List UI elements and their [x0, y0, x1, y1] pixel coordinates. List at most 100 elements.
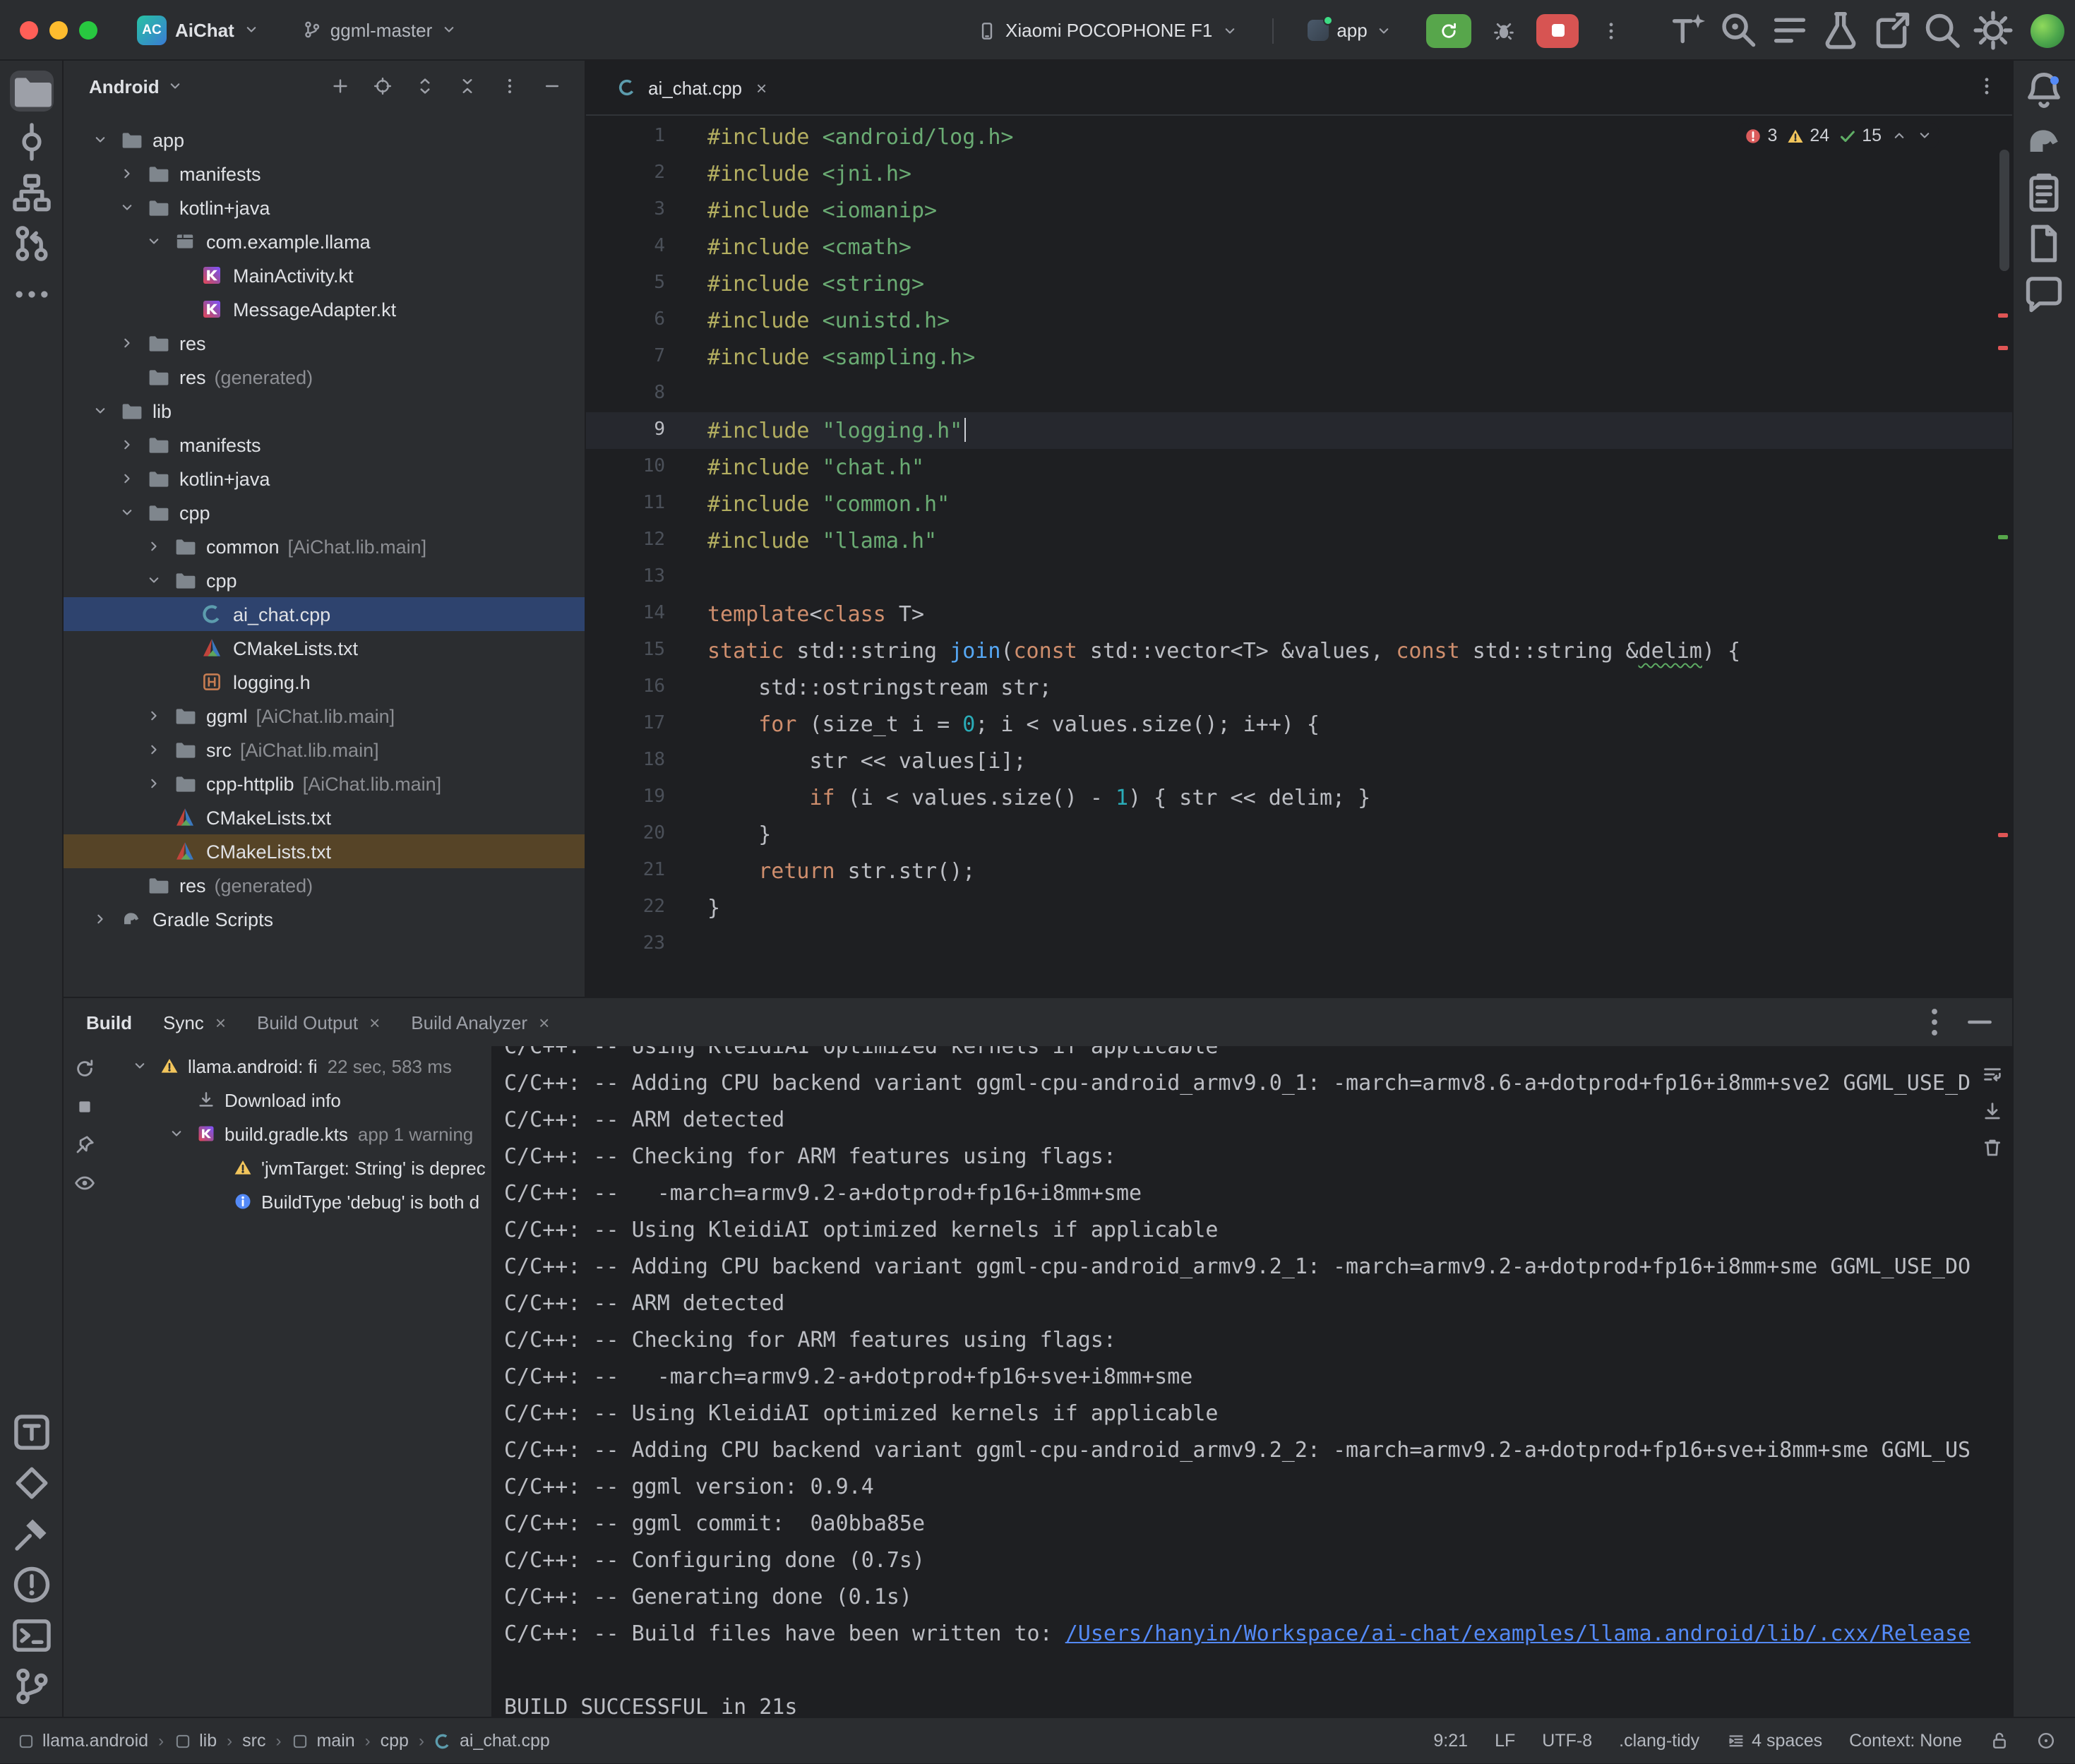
context-widget[interactable]: Context: None [1849, 1731, 1962, 1751]
tree-item-app[interactable]: app [64, 123, 585, 157]
code-line-23[interactable]: 23 [586, 926, 2011, 963]
more-run-actions-button[interactable] [1591, 12, 1633, 49]
tree-item-cpp[interactable]: cpp [64, 496, 585, 529]
caret-position[interactable]: 9:21 [1433, 1731, 1468, 1751]
code-line-14[interactable]: 14template<class T> [586, 596, 2011, 632]
plus-button[interactable] [322, 69, 359, 103]
chevron-down-icon[interactable] [119, 504, 136, 521]
tree-item-cmakelists-txt[interactable]: CMakeLists.txt [64, 800, 585, 834]
project-selector[interactable]: AC AiChat [128, 11, 268, 49]
project-view-mode[interactable]: Android [89, 76, 160, 97]
analysis-mark[interactable] [1997, 346, 2007, 350]
build-tree-item[interactable]: 'jvmTarget: String' is deprec [106, 1151, 491, 1184]
version-control-tool-button[interactable] [9, 1666, 53, 1707]
task-list-button[interactable] [1767, 10, 1811, 51]
tree-item-common[interactable]: common[AiChat.lib.main] [64, 529, 585, 563]
previous-problem-icon[interactable] [1890, 127, 1907, 144]
refresh-button[interactable] [73, 1057, 96, 1080]
build-tree-item[interactable]: llama.android: fi22 sec, 583 ms [106, 1049, 491, 1083]
tree-item-lib[interactable]: lib [64, 394, 585, 428]
problems-tool-button[interactable] [9, 1564, 53, 1605]
device-selector[interactable]: Xiaomi POCOPHONE F1 [969, 16, 1246, 45]
layout-inspector-tool-button[interactable] [2022, 223, 2066, 264]
eye-button[interactable] [73, 1172, 96, 1194]
device-share-button[interactable] [1869, 10, 1913, 51]
tree-item-com-example-llama[interactable]: com.example.llama [64, 224, 585, 258]
inspections-widget[interactable]: 3 24 15 [1738, 123, 1938, 148]
branch-selector[interactable]: ggml-master [294, 15, 467, 44]
ai-actions-button[interactable] [1666, 10, 1709, 51]
tree-item-cpp[interactable]: cpp [64, 563, 585, 597]
minimize-window-button[interactable] [49, 20, 68, 39]
chevron-down-icon[interactable] [92, 131, 109, 148]
indent-setting[interactable]: 4 spaces [1726, 1731, 1822, 1751]
breadcrumb-src[interactable]: src [242, 1731, 265, 1751]
tree-item-gradle-scripts[interactable]: Gradle Scripts [64, 902, 585, 936]
app-insights-tool-button[interactable] [9, 1463, 53, 1504]
chevron-right-icon[interactable] [119, 165, 136, 182]
settings-button[interactable] [1971, 10, 2014, 51]
breadcrumb-main[interactable]: main [291, 1731, 354, 1751]
build-hammer-tool-button[interactable] [9, 1513, 53, 1554]
analysis-mark[interactable] [1997, 833, 2007, 837]
code-line-13[interactable]: 13 [586, 559, 2011, 596]
code-line-10[interactable]: 10#include "chat.h" [586, 449, 2011, 486]
tree-item-src[interactable]: src[AiChat.lib.main] [64, 733, 585, 767]
analysis-mark[interactable] [1997, 313, 2007, 318]
device-manager-tool-button[interactable] [2022, 172, 2066, 213]
code-line-21[interactable]: 21 return str.str(); [586, 853, 2011, 889]
code-line-22[interactable]: 22} [586, 889, 2011, 926]
tree-item-res[interactable]: res(generated) [64, 360, 585, 394]
zoom-window-button[interactable] [79, 20, 97, 39]
profiler-button[interactable] [1818, 10, 1862, 51]
trash-button[interactable] [1980, 1136, 2003, 1159]
tree-item-manifests[interactable]: manifests [64, 428, 585, 462]
tree-item-messageadapter-kt[interactable]: MessageAdapter.kt [64, 292, 585, 326]
tree-item-mainactivity-kt[interactable]: MainActivity.kt [64, 258, 585, 292]
commit-tool-button[interactable] [9, 121, 53, 162]
chevron-right-icon[interactable] [145, 707, 162, 724]
editor-tab-ai-chat-cpp[interactable]: ai_chat.cpp × [600, 61, 784, 114]
gemini-tool-button[interactable] [2022, 274, 2066, 315]
chevron-down-icon[interactable] [168, 1125, 185, 1142]
stop-button[interactable] [1537, 13, 1579, 47]
build-tab-build-output[interactable]: Build Output× [257, 1012, 380, 1033]
tree-item-cmakelists-txt[interactable]: CMakeLists.txt [64, 834, 585, 868]
tree-item-logging-h[interactable]: logging.h [64, 665, 585, 699]
expand-all-button[interactable] [407, 69, 443, 103]
search-button[interactable] [1920, 10, 1963, 51]
code-line-12[interactable]: 12#include "llama.h" [586, 522, 2011, 559]
code-line-18[interactable]: 18 str << values[i]; [586, 743, 2011, 779]
running-devices-tool-button[interactable] [9, 1412, 53, 1453]
code-line-9[interactable]: 9#include "logging.h" [586, 412, 2011, 449]
tree-item-res[interactable]: res [64, 326, 585, 360]
file-encoding[interactable]: UTF-8 [1542, 1731, 1592, 1751]
tree-item-ggml[interactable]: ggml[AiChat.lib.main] [64, 699, 585, 733]
minus-button[interactable] [1961, 1005, 1997, 1039]
more-v-button[interactable] [491, 69, 528, 103]
clang-tidy[interactable]: .clang-tidy [1619, 1731, 1699, 1751]
chevron-down-icon[interactable] [119, 199, 136, 216]
close-window-button[interactable] [20, 20, 38, 39]
line-ending[interactable]: LF [1495, 1731, 1515, 1751]
build-tree-item[interactable]: BuildType 'debug' is both d [106, 1184, 491, 1218]
breadcrumb-ai-chat-cpp[interactable]: ai_chat.cpp [434, 1731, 550, 1751]
console-link[interactable]: /Users/hanyin/Workspace/ai-chat/examples… [1065, 1621, 1971, 1646]
more-h-tool-button[interactable] [9, 274, 53, 315]
minus-button[interactable] [534, 69, 570, 103]
chevron-right-icon[interactable] [119, 470, 136, 487]
code-line-17[interactable]: 17 for (size_t i = 0; i < values.size();… [586, 706, 2011, 743]
code-line-5[interactable]: 5#include <string> [586, 265, 2011, 302]
profile-avatar[interactable] [2030, 13, 2064, 47]
tree-item-ai-chat-cpp[interactable]: ai_chat.cpp [64, 597, 585, 631]
collapse-all-button[interactable] [449, 69, 486, 103]
close-tab-icon[interactable]: × [756, 77, 767, 98]
highlighting-level-icon[interactable] [2035, 1731, 2055, 1751]
soft-wrap-button[interactable] [1980, 1063, 2003, 1086]
build-tab-sync[interactable]: Sync× [163, 1012, 226, 1033]
chevron-down-icon[interactable] [145, 233, 162, 250]
code-line-15[interactable]: 15static std::string join(const std::vec… [586, 632, 2011, 669]
run-button[interactable] [1427, 13, 1472, 47]
build-tree-item[interactable]: Download info [106, 1083, 491, 1117]
build-tree-item[interactable]: build.gradle.ktsapp 1 warning [106, 1117, 491, 1151]
